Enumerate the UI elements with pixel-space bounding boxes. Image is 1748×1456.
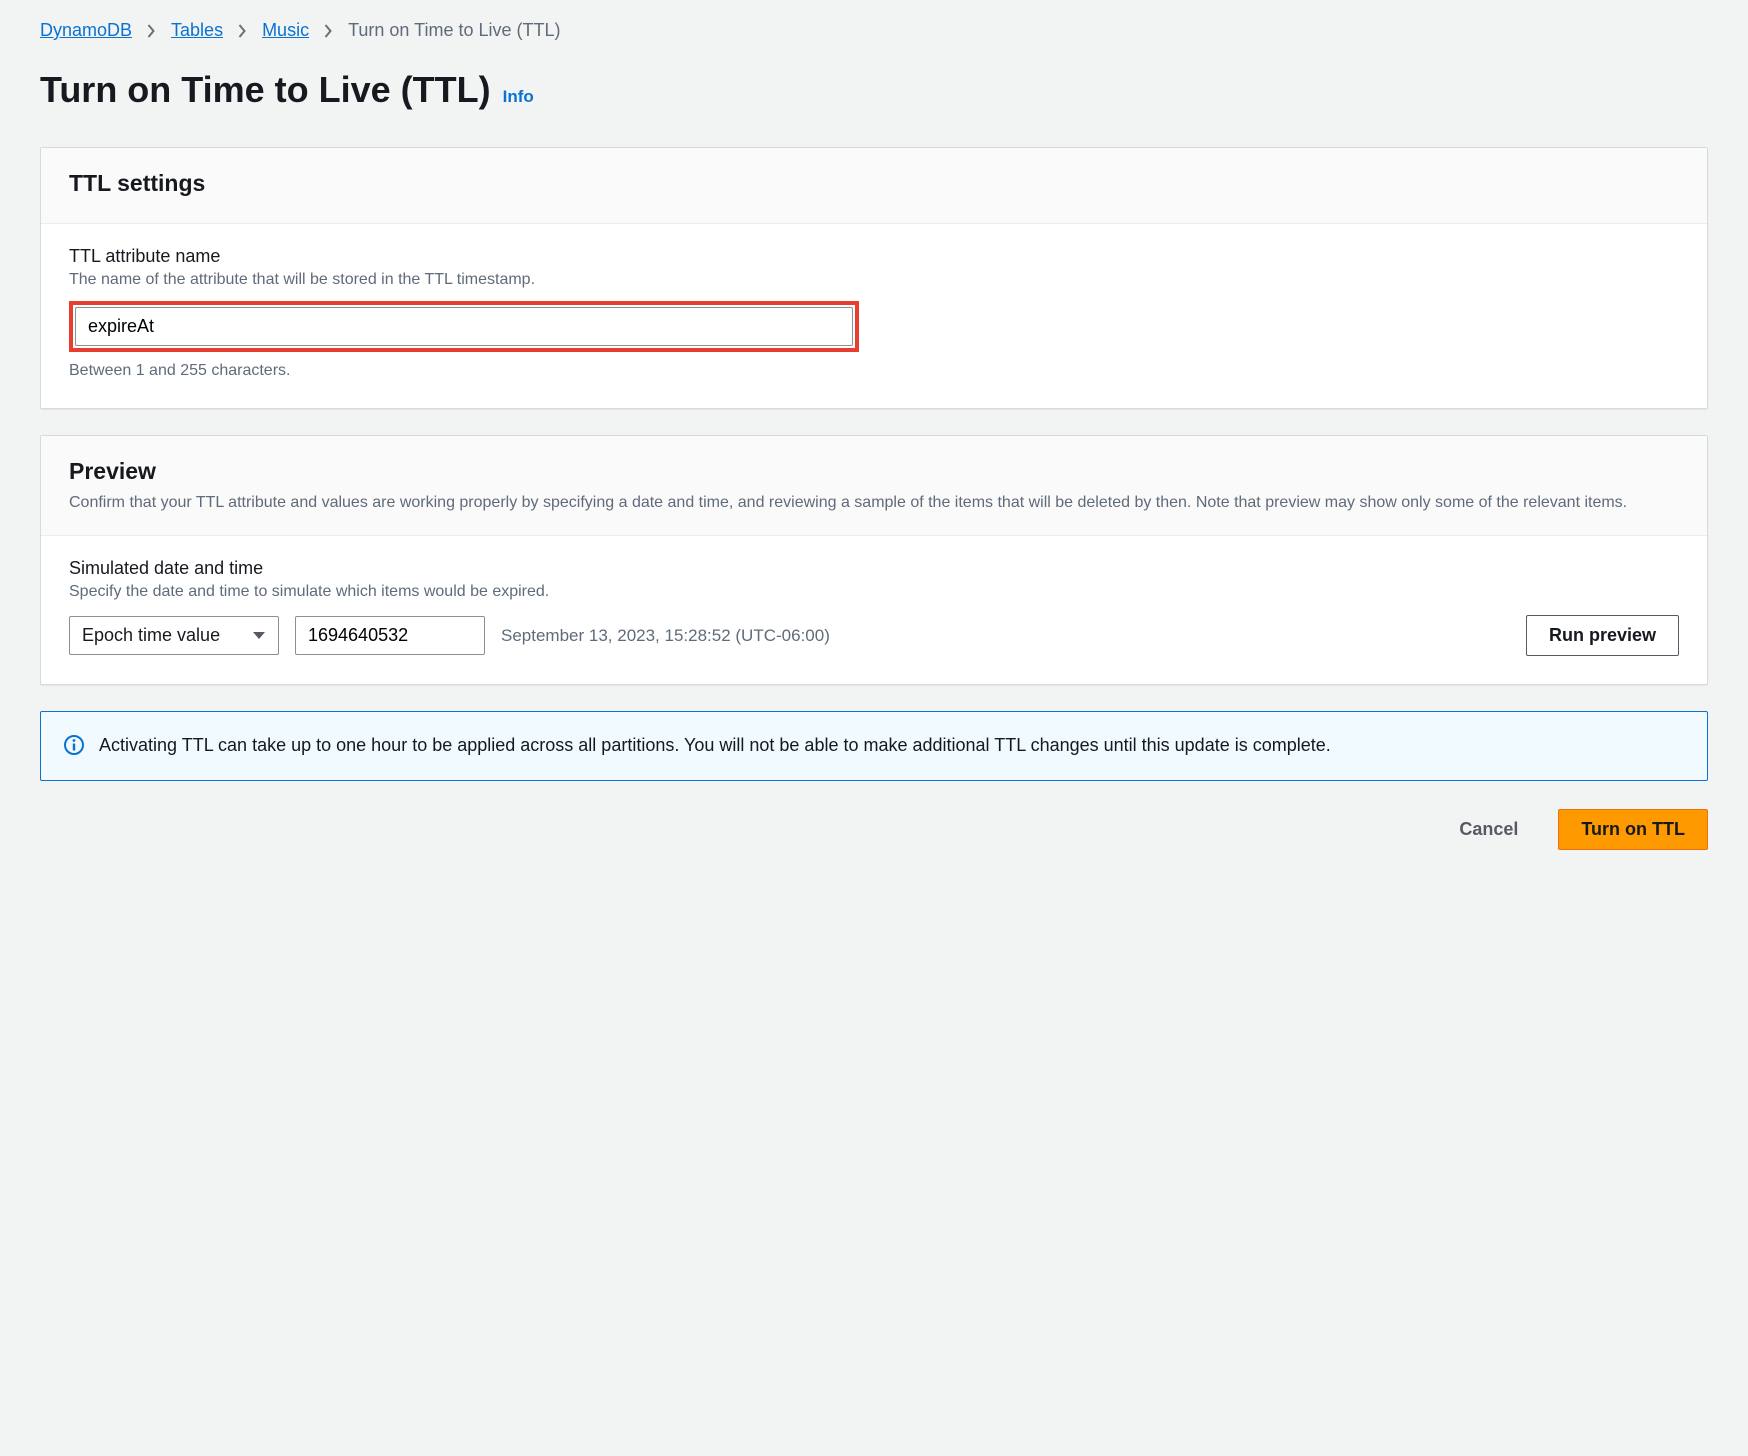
- info-link[interactable]: Info: [503, 87, 534, 107]
- page-header: Turn on Time to Live (TTL) Info: [40, 69, 1708, 111]
- breadcrumb-link-dynamodb[interactable]: DynamoDB: [40, 20, 132, 41]
- breadcrumb-current: Turn on Time to Live (TTL): [348, 20, 560, 41]
- chevron-right-icon: [237, 24, 248, 38]
- ttl-settings-heading: TTL settings: [69, 170, 1679, 197]
- breadcrumb: DynamoDB Tables Music Turn on Time to Li…: [40, 20, 1708, 41]
- footer-actions: Cancel Turn on TTL: [40, 809, 1708, 850]
- breadcrumb-link-tables[interactable]: Tables: [171, 20, 223, 41]
- cancel-button[interactable]: Cancel: [1437, 810, 1540, 849]
- info-banner-message: Activating TTL can take up to one hour t…: [99, 732, 1331, 760]
- page-title: Turn on Time to Live (TTL): [40, 69, 491, 111]
- preview-panel: Preview Confirm that your TTL attribute …: [40, 435, 1708, 685]
- run-preview-button[interactable]: Run preview: [1526, 615, 1679, 656]
- ttl-attr-input[interactable]: [75, 307, 853, 346]
- time-format-select[interactable]: Epoch time value: [69, 616, 279, 655]
- preview-body: Simulated date and time Specify the date…: [41, 536, 1707, 684]
- preview-header: Preview Confirm that your TTL attribute …: [41, 436, 1707, 536]
- turn-on-ttl-button[interactable]: Turn on TTL: [1558, 809, 1708, 850]
- preview-desc: Confirm that your TTL attribute and valu…: [69, 491, 1679, 515]
- chevron-right-icon: [323, 24, 334, 38]
- ttl-settings-header: TTL settings: [41, 148, 1707, 224]
- ttl-attr-input-highlight: [69, 301, 859, 352]
- caret-down-icon: [252, 631, 266, 641]
- breadcrumb-link-music[interactable]: Music: [262, 20, 309, 41]
- ttl-settings-panel: TTL settings TTL attribute name The name…: [40, 147, 1708, 409]
- ttl-attr-hint: The name of the attribute that will be s…: [69, 271, 1679, 289]
- info-icon: [63, 734, 85, 759]
- info-banner: Activating TTL can take up to one hour t…: [40, 711, 1708, 781]
- ttl-attr-constraint: Between 1 and 255 characters.: [69, 362, 1679, 380]
- preview-heading: Preview: [69, 458, 1679, 485]
- sim-label: Simulated date and time: [69, 558, 1679, 579]
- ttl-settings-body: TTL attribute name The name of the attri…: [41, 224, 1707, 408]
- sim-hint: Specify the date and time to simulate wh…: [69, 583, 1679, 601]
- readable-time: September 13, 2023, 15:28:52 (UTC-06:00): [501, 626, 1510, 646]
- chevron-right-icon: [146, 24, 157, 38]
- sim-row: Epoch time value September 13, 2023, 15:…: [69, 615, 1679, 656]
- time-format-selected: Epoch time value: [82, 625, 220, 646]
- epoch-input[interactable]: [295, 616, 485, 655]
- ttl-attr-label: TTL attribute name: [69, 246, 1679, 267]
